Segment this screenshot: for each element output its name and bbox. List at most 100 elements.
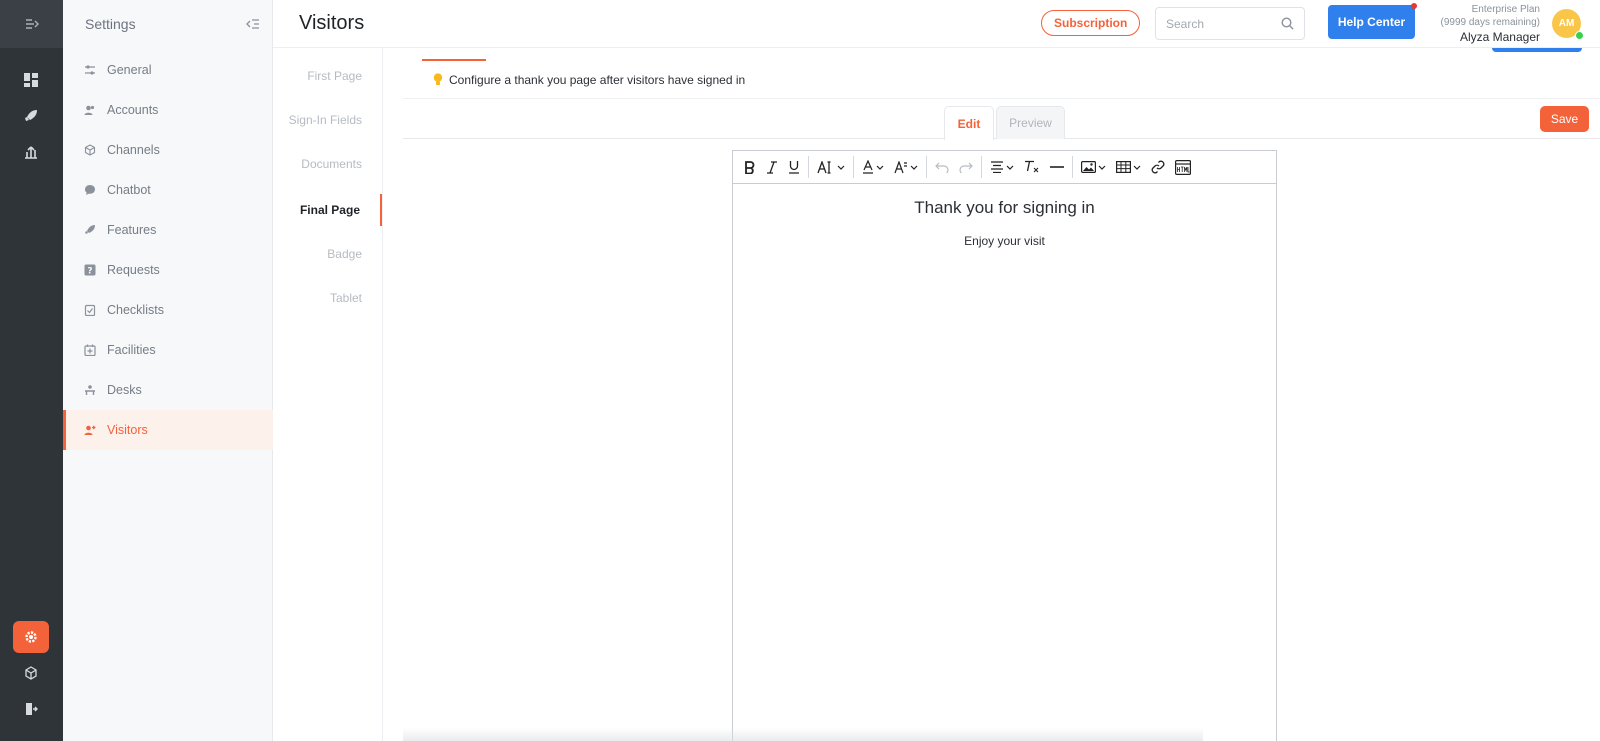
save-button[interactable]: Save	[1540, 106, 1589, 132]
logout-icon	[26, 703, 38, 715]
header-accent-strip	[1492, 48, 1582, 52]
top-header: Visitors Subscription Help Center Enterp…	[273, 0, 1600, 48]
redo-button[interactable]	[954, 154, 978, 180]
settings-button[interactable]	[13, 621, 49, 653]
search-input[interactable]	[1166, 16, 1276, 31]
clear-format-button[interactable]	[1019, 154, 1045, 180]
sidebar-item-label: Chatbot	[107, 183, 151, 197]
search-icon[interactable]	[1281, 17, 1294, 30]
expand-rail-button[interactable]	[0, 0, 63, 48]
insert-link-button[interactable]	[1146, 154, 1170, 180]
sidebar-item-visitors[interactable]: Visitors	[63, 410, 273, 450]
reports-button[interactable]	[13, 136, 49, 168]
sidebar-item-checklists[interactable]: Checklists	[63, 290, 273, 330]
content-paragraph[interactable]: Enjoy your visit	[733, 234, 1276, 248]
underline-button[interactable]	[783, 154, 805, 180]
sidebar-item-accounts[interactable]: Accounts	[63, 90, 273, 130]
page-title: Visitors	[299, 12, 365, 34]
text-style-button[interactable]	[889, 154, 923, 180]
desk-icon	[83, 383, 97, 397]
sidebar-item-chatbot[interactable]: Chatbot	[63, 170, 273, 210]
align-center-icon	[991, 161, 1003, 173]
subnav-final-page[interactable]: Final Page	[272, 194, 382, 226]
collapse-icon[interactable]	[246, 18, 260, 30]
gear-icon	[25, 631, 37, 643]
question-icon: ?	[83, 263, 97, 277]
toolbar-separator	[926, 156, 927, 178]
sidebar-item-label: Channels	[107, 143, 160, 157]
chevron-down-icon	[876, 165, 884, 170]
insert-image-button[interactable]	[1076, 154, 1111, 180]
subscription-button[interactable]: Subscription	[1041, 10, 1141, 36]
italic-button[interactable]	[761, 154, 783, 180]
subnav-first-page[interactable]: First Page	[272, 60, 382, 92]
subnav-tablet[interactable]: Tablet	[272, 282, 382, 314]
bottom-shadow	[403, 728, 1203, 741]
subnav-documents[interactable]: Documents	[272, 148, 382, 180]
undo-button[interactable]	[930, 154, 954, 180]
info-text: Configure a thank you page after visitor…	[449, 72, 746, 87]
horizontal-rule-icon	[1050, 166, 1064, 168]
editor-content[interactable]: Thank you for signing in Enjoy your visi…	[733, 184, 1276, 248]
editor-tabs: Edit Preview	[403, 106, 1600, 140]
sidebar-item-requests[interactable]: ? Requests	[63, 250, 273, 290]
help-center-button[interactable]: Help Center	[1328, 5, 1415, 39]
font-size-icon	[817, 160, 831, 174]
settings-sidebar: Settings General Accounts Channels Chatb…	[63, 0, 273, 741]
sidebar-header: Settings	[63, 0, 272, 48]
modules-button[interactable]	[13, 657, 49, 689]
font-size-button[interactable]	[812, 154, 850, 180]
chevron-down-icon	[837, 165, 845, 170]
subnav-sign-in-fields[interactable]: Sign-In Fields	[272, 104, 382, 136]
undo-icon	[935, 162, 949, 173]
underline-icon	[789, 161, 799, 174]
plan-remaining: (9999 days remaining)	[1440, 17, 1541, 28]
facility-icon	[83, 343, 97, 357]
sidebar-item-features[interactable]: Features	[63, 210, 273, 250]
horizontal-rule-button[interactable]	[1045, 154, 1069, 180]
notification-dot	[1411, 3, 1417, 9]
sidebar-item-label: Facilities	[107, 343, 156, 357]
toolbar-separator	[853, 156, 854, 178]
chat-icon	[83, 183, 97, 197]
italic-icon	[767, 160, 777, 174]
insert-table-button[interactable]	[1111, 154, 1146, 180]
rich-text-editor: Thank you for signing in Enjoy your visi…	[732, 150, 1277, 741]
sidebar-item-channels[interactable]: Channels	[63, 130, 273, 170]
sidebar-item-general[interactable]: General	[63, 50, 273, 90]
image-icon	[1081, 161, 1096, 173]
rocket-icon	[25, 110, 37, 121]
code-view-button[interactable]	[1170, 154, 1196, 180]
rocket-icon	[83, 223, 97, 237]
sidebar-item-facilities[interactable]: Facilities	[63, 330, 273, 370]
logout-button[interactable]	[13, 693, 49, 725]
content-heading[interactable]: Thank you for signing in	[733, 198, 1276, 218]
reports-icon	[25, 146, 37, 159]
chevron-down-icon	[1006, 165, 1014, 170]
search-box	[1155, 7, 1305, 40]
launch-button[interactable]	[13, 100, 49, 132]
tab-edit[interactable]: Edit	[944, 106, 994, 140]
sidebar-item-label: Checklists	[107, 303, 164, 317]
clear-format-icon	[1025, 160, 1039, 173]
chevron-down-icon	[1133, 165, 1141, 170]
text-color-button[interactable]	[857, 154, 889, 180]
editor-toolbar	[733, 151, 1276, 184]
toolbar-separator	[808, 156, 809, 178]
plan-info: Enterprise Plan (9999 days remaining) Al…	[1441, 3, 1541, 45]
sliders-icon	[83, 63, 97, 77]
sidebar-list: General Accounts Channels Chatbot Featur…	[63, 50, 273, 450]
dashboard-button[interactable]	[13, 64, 49, 96]
sidebar-item-desks[interactable]: Desks	[63, 370, 273, 410]
tab-preview[interactable]: Preview	[996, 106, 1065, 139]
sidebar-title: Settings	[85, 16, 136, 32]
online-status-dot	[1575, 31, 1584, 40]
sidebar-item-label: Visitors	[107, 423, 148, 437]
bold-button[interactable]	[739, 154, 761, 180]
html-code-icon	[1175, 159, 1191, 175]
subnav-badge[interactable]: Badge	[272, 238, 382, 270]
align-button[interactable]	[985, 154, 1019, 180]
cube-icon	[25, 666, 37, 680]
user-name[interactable]: Alyza Manager	[1441, 29, 1540, 45]
link-icon	[1151, 160, 1165, 174]
